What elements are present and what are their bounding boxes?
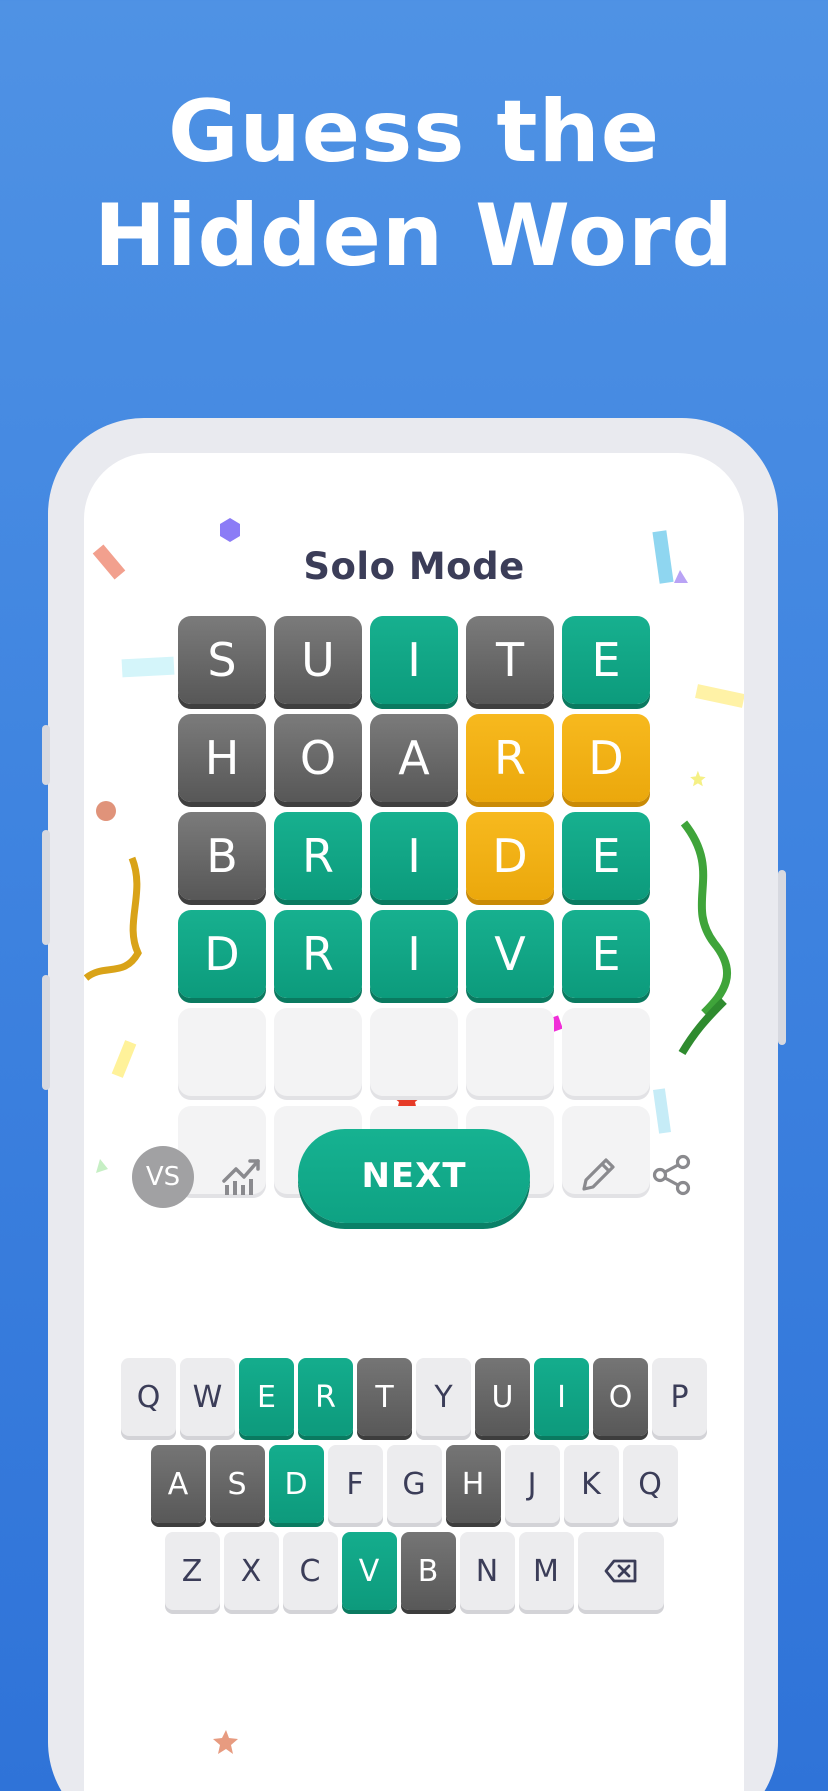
- letter-tile: O: [274, 714, 362, 802]
- vs-button[interactable]: VS: [132, 1146, 194, 1208]
- key-o[interactable]: O: [593, 1358, 648, 1436]
- key-y[interactable]: Y: [416, 1358, 471, 1436]
- letter-tile: R: [274, 812, 362, 900]
- key-e[interactable]: E: [239, 1358, 294, 1436]
- key-a[interactable]: A: [150, 1445, 206, 1523]
- letter-tile: E: [562, 812, 650, 900]
- letter-tile: E: [562, 910, 650, 998]
- key-q[interactable]: Q: [121, 1358, 176, 1436]
- letter-tile: A: [370, 714, 458, 802]
- key-k[interactable]: K: [563, 1445, 619, 1523]
- letter-tile: D: [562, 714, 650, 802]
- letter-tile: U: [274, 616, 362, 704]
- phone-screen: Solo Mode SUITEHOARDBRIDEDRIVE VS NEXT Q…: [84, 453, 744, 1791]
- letter-tile: S: [178, 616, 266, 704]
- keyboard-row: ZXCVBNM: [84, 1532, 744, 1610]
- key-q[interactable]: Q: [622, 1445, 678, 1523]
- key-t[interactable]: T: [357, 1358, 412, 1436]
- pencil-icon[interactable]: [576, 1153, 620, 1197]
- letter-tile: V: [466, 910, 554, 998]
- key-u[interactable]: U: [475, 1358, 530, 1436]
- key-c[interactable]: C: [282, 1532, 338, 1610]
- next-button[interactable]: NEXT: [298, 1129, 530, 1223]
- letter-tile: [370, 1008, 458, 1096]
- letter-tile: [466, 1008, 554, 1096]
- key-h[interactable]: H: [445, 1445, 501, 1523]
- key-r[interactable]: R: [298, 1358, 353, 1436]
- letter-tile: [274, 1008, 362, 1096]
- letter-tile: T: [466, 616, 554, 704]
- key-g[interactable]: G: [386, 1445, 442, 1523]
- key-f[interactable]: F: [327, 1445, 383, 1523]
- letter-tile: D: [178, 910, 266, 998]
- key-x[interactable]: X: [223, 1532, 279, 1610]
- letter-tile: R: [466, 714, 554, 802]
- controls-bar: VS NEXT: [84, 1125, 744, 1225]
- key-j[interactable]: J: [504, 1445, 560, 1523]
- phone-side-button: [42, 830, 50, 945]
- letter-tile: B: [178, 812, 266, 900]
- key-d[interactable]: D: [268, 1445, 324, 1523]
- board-row: DRIVE: [178, 910, 650, 998]
- board-row: HOARD: [178, 714, 650, 802]
- keyboard: QWERTYUIOPASDFGHJKQZXCVBNM: [84, 1358, 744, 1619]
- key-s[interactable]: S: [209, 1445, 265, 1523]
- headline: Guess the Hidden Word: [0, 80, 828, 288]
- keyboard-row: QWERTYUIOP: [84, 1358, 744, 1436]
- letter-tile: E: [562, 616, 650, 704]
- letter-tile: D: [466, 812, 554, 900]
- key-m[interactable]: M: [518, 1532, 574, 1610]
- keyboard-row: ASDFGHJKQ: [84, 1445, 744, 1523]
- key-w[interactable]: W: [180, 1358, 235, 1436]
- letter-tile: H: [178, 714, 266, 802]
- key-v[interactable]: V: [341, 1532, 397, 1610]
- phone-side-button: [42, 725, 50, 785]
- key-p[interactable]: P: [652, 1358, 707, 1436]
- stats-chart-icon[interactable]: [220, 1153, 264, 1197]
- share-icon[interactable]: [650, 1153, 694, 1197]
- phone-side-button: [778, 870, 786, 1045]
- headline-line-1: Guess the: [167, 82, 661, 182]
- board-row: BRIDE: [178, 812, 650, 900]
- letter-tile: [562, 1008, 650, 1096]
- backspace-key[interactable]: [577, 1532, 664, 1610]
- letter-tile: R: [274, 910, 362, 998]
- key-z[interactable]: Z: [164, 1532, 220, 1610]
- game-board: SUITEHOARDBRIDEDRIVE: [178, 616, 650, 1204]
- phone-side-button: [42, 975, 50, 1090]
- headline-line-2: Hidden Word: [94, 186, 734, 286]
- backspace-icon: [604, 1559, 636, 1583]
- letter-tile: I: [370, 616, 458, 704]
- letter-tile: [178, 1008, 266, 1096]
- letter-tile: I: [370, 910, 458, 998]
- key-b[interactable]: B: [400, 1532, 456, 1610]
- mode-title: Solo Mode: [303, 545, 525, 588]
- key-i[interactable]: I: [534, 1358, 589, 1436]
- board-row: SUITE: [178, 616, 650, 704]
- letter-tile: I: [370, 812, 458, 900]
- key-n[interactable]: N: [459, 1532, 515, 1610]
- board-row: [178, 1008, 650, 1096]
